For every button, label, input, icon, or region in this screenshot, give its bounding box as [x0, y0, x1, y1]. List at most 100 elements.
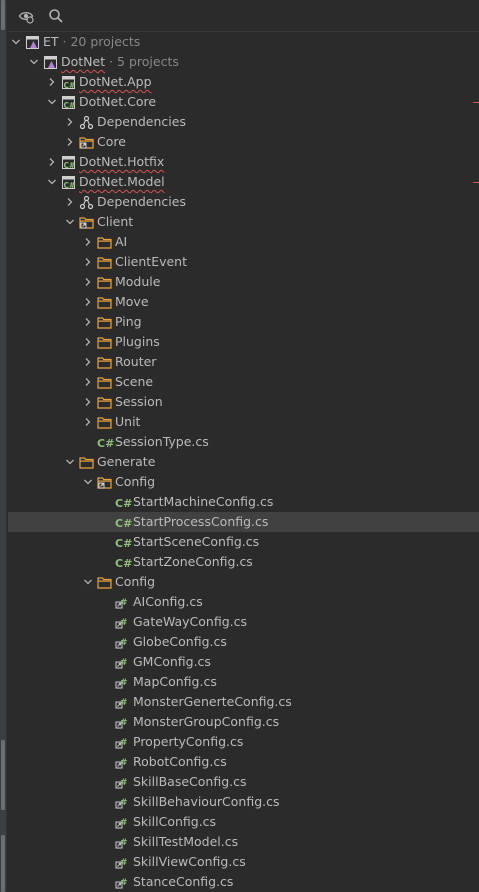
tree-row[interactable]: # SkillViewConfig.cs: [8, 852, 479, 872]
chevron-down-icon[interactable]: [64, 456, 76, 468]
tree-row[interactable]: # SkillTestModel.cs: [8, 832, 479, 852]
chevron-right-icon[interactable]: [46, 156, 58, 168]
tree-row[interactable]: # GlobeConfig.cs: [8, 632, 479, 652]
chevron-right-icon[interactable]: [82, 276, 94, 288]
chevron-right-icon[interactable]: [82, 376, 94, 388]
tree-row-label: DotNet.Model: [79, 174, 165, 190]
explorer-tool-tab[interactable]: [1, 0, 5, 30]
svg-text:#: #: [120, 738, 128, 748]
tree-row-text: Scene: [115, 374, 154, 389]
tree-row[interactable]: C# SessionType.cs: [8, 432, 479, 452]
tree-row[interactable]: Ping: [8, 312, 479, 332]
tree-row[interactable]: # AIConfig.cs: [8, 592, 479, 612]
tree-row-text: PropertyConfig.cs: [133, 734, 244, 749]
tree-row[interactable]: DotNet · 5 projects: [8, 52, 479, 72]
csharp-file-icon: C#: [115, 517, 133, 530]
tree-row[interactable]: # MonsterGenerteConfig.cs: [8, 692, 479, 712]
tree-row-label: Core: [97, 134, 126, 150]
tree-row[interactable]: # GMConfig.cs: [8, 652, 479, 672]
chevron-right-icon[interactable]: [64, 116, 76, 128]
tree-row[interactable]: # SkillConfig.cs: [8, 812, 479, 832]
tree-row[interactable]: Unit: [8, 412, 479, 432]
tree-row-label: SessionType.cs: [115, 434, 209, 450]
chevron-right-icon[interactable]: [82, 316, 94, 328]
tree-row-text: MapConfig.cs: [133, 674, 217, 689]
tree-row[interactable]: C# StartProcessConfig.cs: [8, 512, 479, 532]
svg-text:C#: C#: [64, 81, 76, 90]
chevron-right-icon[interactable]: [82, 256, 94, 268]
chevron-right-icon[interactable]: [82, 336, 94, 348]
tree-row-text: Core: [97, 134, 126, 149]
tree-row[interactable]: Router: [8, 352, 479, 372]
chevron-right-icon[interactable]: [82, 356, 94, 368]
tree-row[interactable]: # StanceConfig.cs: [8, 872, 479, 892]
tree-row-label: AI: [115, 234, 127, 250]
chevron-down-icon[interactable]: [46, 176, 58, 188]
tree-row[interactable]: Generate: [8, 452, 479, 472]
chevron-right-icon[interactable]: [64, 196, 76, 208]
structure-tool-tab[interactable]: [1, 835, 5, 892]
search-icon[interactable]: [46, 6, 66, 26]
tree-row[interactable]: Session: [8, 392, 479, 412]
tree-row-label: MapConfig.cs: [133, 674, 217, 690]
tree-row[interactable]: # MapConfig.cs: [8, 672, 479, 692]
tree-row[interactable]: Config: [8, 472, 479, 492]
tree-row-text: Config: [115, 574, 156, 589]
tree-row[interactable]: # SkillBaseConfig.cs: [8, 772, 479, 792]
chevron-down-icon[interactable]: [28, 56, 40, 68]
tree-row[interactable]: ClientEvent: [8, 252, 479, 272]
chevron-right-icon[interactable]: [82, 416, 94, 428]
chevron-down-icon[interactable]: [46, 96, 58, 108]
tree-row[interactable]: # RobotConfig.cs: [8, 752, 479, 772]
svg-text:#: #: [120, 758, 128, 768]
tree-row[interactable]: C# StartZoneConfig.cs: [8, 552, 479, 572]
chevron-down-icon[interactable]: [64, 216, 76, 228]
linked-csharp-file-icon: #: [115, 835, 130, 850]
chevron-down-icon[interactable]: [82, 576, 94, 588]
bookmarks-tool-tab[interactable]: [1, 740, 5, 810]
tree-row[interactable]: C# DotNet.App: [8, 72, 479, 92]
tree-row[interactable]: Plugins: [8, 332, 479, 352]
tree-row-label: Unit: [115, 414, 140, 430]
tree-row[interactable]: C# StartMachineConfig.cs: [8, 492, 479, 512]
linked-folder-icon: [79, 135, 94, 150]
tree-row[interactable]: C# DotNet.Model: [8, 172, 479, 192]
tree-row-text: GateWayConfig.cs: [133, 614, 248, 629]
chevron-right-icon[interactable]: [82, 236, 94, 248]
chevron-right-icon[interactable]: [82, 296, 94, 308]
tree-row[interactable]: Scene: [8, 372, 479, 392]
linked-csharp-file-icon: #: [115, 775, 130, 790]
tree-row[interactable]: ET · 20 projects: [8, 32, 479, 52]
tree-row[interactable]: Core: [8, 132, 479, 152]
linked-csharp-file-icon: #: [115, 815, 130, 830]
eye-filter-icon[interactable]: [16, 6, 36, 26]
chevron-right-icon[interactable]: [82, 396, 94, 408]
tree-row[interactable]: Dependencies: [8, 112, 479, 132]
tree-row-label: SkillBehaviourConfig.cs: [133, 794, 279, 810]
tree-row-label: GMConfig.cs: [133, 654, 211, 670]
linked-csharp-file-icon: #: [115, 695, 130, 710]
svg-text:C#: C#: [64, 181, 76, 190]
chevron-down-icon[interactable]: [10, 36, 22, 48]
tree-row[interactable]: # MonsterGroupConfig.cs: [8, 712, 479, 732]
tree-row[interactable]: Move: [8, 292, 479, 312]
tree-row[interactable]: Dependencies: [8, 192, 479, 212]
chevron-down-icon[interactable]: [82, 476, 94, 488]
svg-text:#: #: [120, 658, 128, 668]
tree-row-text: Dependencies: [97, 114, 186, 129]
tree-row[interactable]: AI: [8, 232, 479, 252]
chevron-right-icon[interactable]: [46, 76, 58, 88]
tree-row[interactable]: C# DotNet.Hotfix: [8, 152, 479, 172]
tree-row[interactable]: # GateWayConfig.cs: [8, 612, 479, 632]
tree-row-label: StanceConfig.cs: [133, 874, 233, 890]
tree-row-label: DotNet.App: [79, 74, 152, 90]
tree-row[interactable]: Client: [8, 212, 479, 232]
tree-row[interactable]: # PropertyConfig.cs: [8, 732, 479, 752]
tree-row[interactable]: Config: [8, 572, 479, 592]
tree-row[interactable]: C# DotNet.Core: [8, 92, 479, 112]
tree-row-label: Client: [97, 214, 133, 230]
tree-row[interactable]: Module: [8, 272, 479, 292]
tree-row[interactable]: C# StartSceneConfig.cs: [8, 532, 479, 552]
tree-row[interactable]: # SkillBehaviourConfig.cs: [8, 792, 479, 812]
chevron-right-icon[interactable]: [64, 136, 76, 148]
